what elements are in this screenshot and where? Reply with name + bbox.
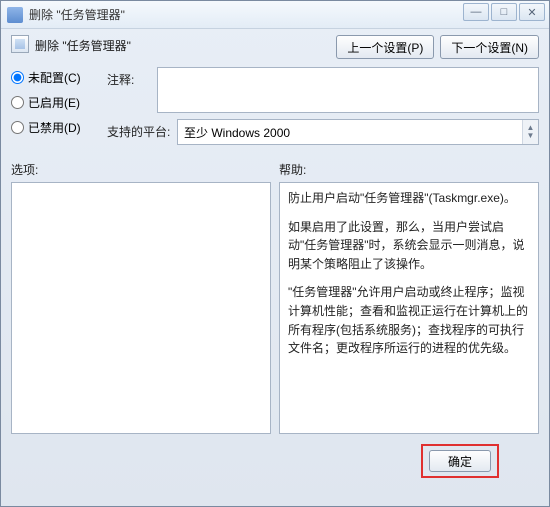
minimize-button[interactable]: — — [463, 3, 489, 21]
help-pane[interactable]: 防止用户启动"任务管理器"(Taskmgr.exe)。如果启用了此设置，那么，当… — [279, 182, 539, 434]
platform-row: 支持的平台: 至少 Windows 2000 ▲▼ — [107, 119, 539, 145]
app-icon — [7, 7, 23, 23]
window-title: 删除 "任务管理器" — [29, 6, 125, 23]
platform-value: 至少 Windows 2000 — [184, 126, 290, 140]
help-paragraph: "任务管理器"允许用户启动或终止程序；监视计算机性能；查看和监视正运行在计算机上… — [288, 283, 530, 357]
radio-disabled[interactable]: 已禁用(D) — [11, 119, 107, 136]
radio-input-enabled[interactable] — [11, 96, 24, 109]
titlebar: 删除 "任务管理器" — □ ✕ — [1, 1, 549, 29]
config-area: 未配置(C) 已启用(E) 已禁用(D) 注释: 支持的平台: — [11, 67, 539, 151]
prev-setting-button[interactable]: 上一个设置(P) — [336, 35, 434, 59]
options-label: 选项: — [11, 161, 271, 178]
radio-column: 未配置(C) 已启用(E) 已禁用(D) — [11, 67, 107, 151]
radio-enabled[interactable]: 已启用(E) — [11, 94, 107, 111]
comment-input[interactable] — [157, 67, 539, 113]
maximize-button[interactable]: □ — [491, 3, 517, 21]
radio-label-disabled[interactable]: 已禁用(D) — [28, 119, 81, 136]
platform-label: 支持的平台: — [107, 119, 177, 140]
radio-label-not-configured[interactable]: 未配置(C) — [28, 69, 81, 86]
comment-label: 注释: — [107, 67, 157, 88]
next-setting-button[interactable]: 下一个设置(N) — [440, 35, 539, 59]
fields-column: 注释: 支持的平台: 至少 Windows 2000 ▲▼ — [107, 67, 539, 151]
radio-input-not-configured[interactable] — [11, 71, 24, 84]
radio-input-disabled[interactable] — [11, 121, 24, 134]
platform-box: 至少 Windows 2000 ▲▼ — [177, 119, 539, 145]
lower-panes: 选项: 帮助: 防止用户启动"任务管理器"(Taskmgr.exe)。如果启用了… — [11, 161, 539, 434]
nav-buttons: 上一个设置(P) 下一个设置(N) — [336, 35, 539, 59]
platform-scroll[interactable]: ▲▼ — [522, 120, 538, 144]
help-label: 帮助: — [279, 161, 539, 178]
radio-label-enabled[interactable]: 已启用(E) — [28, 94, 80, 111]
options-pane[interactable] — [11, 182, 271, 434]
footer: 确定 — [11, 444, 539, 478]
ok-highlight: 确定 — [421, 444, 499, 478]
help-paragraph: 如果启用了此设置，那么，当用户尝试启动"任务管理器"时，系统会显示一则消息，说明… — [288, 218, 530, 274]
window-controls: — □ ✕ — [463, 3, 545, 21]
radio-not-configured[interactable]: 未配置(C) — [11, 69, 107, 86]
comment-row: 注释: — [107, 67, 539, 113]
content-area: 删除 "任务管理器" 上一个设置(P) 下一个设置(N) 未配置(C) 已启用(… — [1, 29, 549, 488]
dialog-window: 删除 "任务管理器" — □ ✕ 删除 "任务管理器" 上一个设置(P) 下一个… — [0, 0, 550, 507]
help-column: 帮助: 防止用户启动"任务管理器"(Taskmgr.exe)。如果启用了此设置，… — [279, 161, 539, 434]
close-button[interactable]: ✕ — [519, 3, 545, 21]
ok-button[interactable]: 确定 — [429, 450, 491, 472]
policy-icon — [11, 35, 29, 53]
options-column: 选项: — [11, 161, 271, 434]
header-row: 删除 "任务管理器" 上一个设置(P) 下一个设置(N) — [11, 35, 539, 59]
help-paragraph: 防止用户启动"任务管理器"(Taskmgr.exe)。 — [288, 189, 530, 208]
policy-title: 删除 "任务管理器" — [35, 35, 336, 54]
